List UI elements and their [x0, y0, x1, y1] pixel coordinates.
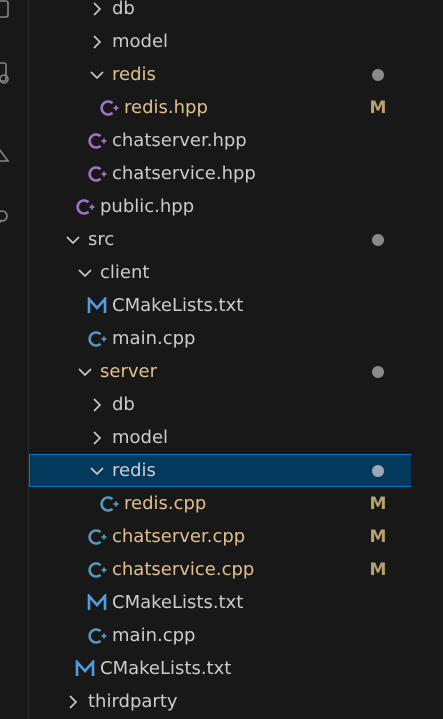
- remote-icon[interactable]: [0, 203, 14, 233]
- activity-bar: [0, 0, 14, 719]
- tree-item-label: CMakeLists.txt: [100, 658, 232, 679]
- tree-file-row[interactable]: chatserver.hpp: [29, 124, 412, 157]
- tree-file-row[interactable]: CMakeLists.txt: [29, 289, 412, 322]
- cpp-file-icon: [86, 520, 108, 553]
- tree-item-label: redis: [112, 460, 156, 481]
- chevron-right-icon[interactable]: [89, 0, 105, 25]
- tree-item-label: chatservice.hpp: [112, 163, 256, 184]
- tree-folder-row[interactable]: model: [29, 421, 412, 454]
- tree-folder-row[interactable]: src: [29, 223, 412, 256]
- explorer-tree: db model redis redis.hpp Mchatserver.hpp chat…: [28, 0, 412, 719]
- git-status-badge: M: [369, 526, 387, 547]
- tree-item-label: CMakeLists.txt: [112, 592, 244, 613]
- tree-item-label: CMakeLists.txt: [112, 295, 244, 316]
- chevron-down-icon[interactable]: [77, 256, 93, 289]
- scrollbar-track[interactable]: [411, 0, 443, 719]
- chevron-down-icon[interactable]: [65, 223, 81, 256]
- cpp-header-file-icon: [98, 91, 120, 124]
- tree-item-label: model: [112, 427, 169, 448]
- tree-item-label: server: [100, 361, 157, 382]
- cmake-file-icon: [86, 586, 108, 619]
- tree-folder-row[interactable]: client: [29, 256, 412, 289]
- tree-item-label: chatserver.hpp: [112, 130, 247, 151]
- tree-item-label: src: [88, 229, 115, 250]
- cpp-file-icon: [86, 322, 108, 355]
- git-status-badge: M: [369, 493, 387, 514]
- tree-folder-row[interactable]: server: [29, 355, 412, 388]
- tree-file-row[interactable]: chatserver.cpp M: [29, 520, 412, 553]
- chevron-right-icon[interactable]: [65, 685, 81, 718]
- cpp-file-icon: [86, 619, 108, 652]
- tree-item-label: public.hpp: [100, 196, 195, 217]
- chevron-right-icon[interactable]: [89, 421, 105, 454]
- tree-file-row[interactable]: chatservice.cpp M: [29, 553, 412, 586]
- cpp-file-icon: [98, 487, 120, 520]
- tree-file-row[interactable]: CMakeLists.txt: [29, 652, 412, 685]
- chevron-right-icon[interactable]: [89, 388, 105, 421]
- tree-file-row[interactable]: main.cpp: [29, 322, 412, 355]
- tree-item-label: db: [112, 0, 135, 19]
- extensions-icon[interactable]: [0, 58, 14, 88]
- modified-dot-badge: [372, 355, 384, 388]
- cpp-header-file-icon: [74, 190, 96, 223]
- debug-icon[interactable]: [0, 138, 14, 168]
- chevron-down-icon[interactable]: [89, 454, 105, 487]
- tree-folder-row[interactable]: redis: [29, 454, 412, 487]
- tree-item-label: redis.cpp: [124, 493, 207, 514]
- modified-dot-badge: [372, 454, 384, 487]
- modified-dot-badge: [372, 223, 384, 256]
- tree-folder-row[interactable]: db: [29, 388, 412, 421]
- tree-item-label: model: [112, 31, 169, 52]
- tree-file-row[interactable]: CMakeLists.txt: [29, 586, 412, 619]
- tree-item-label: redis: [112, 64, 156, 85]
- tree-item-label: client: [100, 262, 150, 283]
- tree-folder-row[interactable]: thirdparty: [29, 685, 412, 718]
- tree-file-row[interactable]: chatservice.hpp: [29, 157, 412, 190]
- cmake-file-icon: [74, 652, 96, 685]
- tree-item-label: redis.hpp: [124, 97, 208, 118]
- tree-item-label: thirdparty: [88, 691, 178, 712]
- tree-item-label: main.cpp: [112, 328, 196, 349]
- tree-file-row[interactable]: public.hpp: [29, 190, 412, 223]
- chevron-down-icon[interactable]: [77, 355, 93, 388]
- tree-file-row[interactable]: main.cpp: [29, 619, 412, 652]
- cpp-file-icon: [86, 553, 108, 586]
- tree-file-row[interactable]: redis.hpp M: [29, 91, 412, 124]
- tree-item-label: chatserver.cpp: [112, 526, 246, 547]
- modified-dot-badge: [372, 58, 384, 91]
- git-status-badge: M: [369, 559, 387, 580]
- cpp-header-file-icon: [86, 124, 108, 157]
- tree-item-label: main.cpp: [112, 625, 196, 646]
- chevron-down-icon[interactable]: [89, 58, 105, 91]
- tree-folder-row[interactable]: db: [29, 0, 412, 25]
- tree-item-label: chatservice.cpp: [112, 559, 255, 580]
- tree-item-label: db: [112, 394, 135, 415]
- tree-file-row[interactable]: redis.cpp M: [29, 487, 412, 520]
- files-icon[interactable]: [0, 0, 14, 24]
- tree-folder-row[interactable]: redis: [29, 58, 412, 91]
- git-status-badge: M: [369, 97, 387, 118]
- cmake-file-icon: [86, 289, 108, 322]
- cpp-header-file-icon: [86, 157, 108, 190]
- chevron-right-icon[interactable]: [89, 25, 105, 58]
- tree-folder-row[interactable]: model: [29, 25, 412, 58]
